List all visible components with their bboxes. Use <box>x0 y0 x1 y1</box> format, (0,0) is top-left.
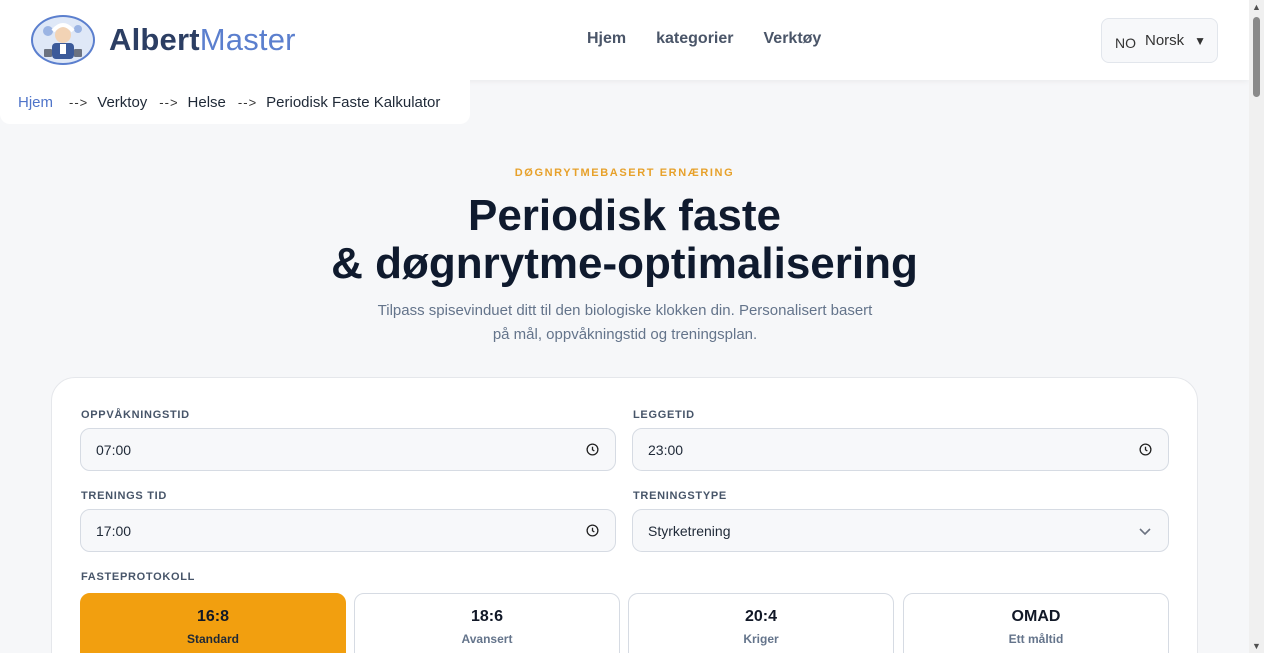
main-nav: Hjem kategorier Verktøy <box>587 30 821 48</box>
language-code: NO <box>1115 34 1136 51</box>
nav-tools-link[interactable]: Verktøy <box>764 30 822 48</box>
page-title-line1: Periodisk faste <box>467 191 782 240</box>
bed-time-label: LEGGETID <box>633 409 695 421</box>
training-time-label: TRENINGS TID <box>81 490 168 502</box>
training-time-value: 17:00 <box>96 522 132 539</box>
wake-time-value: 07:00 <box>96 441 132 458</box>
nav-home-link[interactable]: Hjem <box>587 30 626 48</box>
protocol-name: Standard <box>186 632 239 646</box>
protocol-ratio: OMAD <box>1011 608 1061 625</box>
breadcrumb-separator: --> <box>159 94 179 110</box>
bed-time-input[interactable]: 23:00 <box>632 428 1169 471</box>
breadcrumb-health[interactable]: Helse <box>188 94 226 111</box>
protocol-ratio: 16:8 <box>196 608 230 625</box>
breadcrumb-separator: --> <box>237 94 258 110</box>
training-time-input[interactable]: 17:00 <box>80 509 616 552</box>
protocol-name: Kriger <box>743 632 779 646</box>
protocol-option-omad[interactable]: OMAD Ett måltid <box>903 593 1169 653</box>
training-type-label: TRENINGSTYPE <box>633 490 727 502</box>
hero-subtitle: Tilpass spisevinduet ditt til den biolog… <box>377 302 873 343</box>
protocol-ratio: 20:4 <box>744 608 778 625</box>
protocol-name: Avansert <box>461 632 513 646</box>
breadcrumb: Hjem --> Verktoy --> Helse --> Periodisk… <box>0 80 470 124</box>
wake-time-input[interactable]: 07:00 <box>80 428 616 471</box>
clock-icon[interactable] <box>1139 443 1152 456</box>
wake-time-label: OPPVÅKNINGSTID <box>81 409 190 421</box>
breadcrumb-tools[interactable]: Verktoy <box>97 94 147 111</box>
caret-down-icon: ▼ <box>1194 33 1207 48</box>
hero-eyebrow: DØGNRYTMEBASERT ERNÆRING <box>514 167 735 179</box>
bed-time-value: 23:00 <box>648 441 684 458</box>
clock-icon[interactable] <box>586 524 599 537</box>
scrollbar-thumb[interactable] <box>1253 17 1260 97</box>
page-title-line2: & døgnrytme-optimalisering <box>331 239 918 288</box>
breadcrumb-home-link[interactable]: Hjem <box>18 94 53 111</box>
logo-avatar-icon <box>31 15 95 65</box>
page-title: Periodisk faste & døgnrytme-optimaliseri… <box>0 192 1249 288</box>
language-selector[interactable]: NO Norsk ▼ <box>1101 18 1218 63</box>
brand-logo[interactable]: AlbertMaster <box>31 15 296 65</box>
nav-categories-link[interactable]: kategorier <box>656 30 733 48</box>
brand-name-part2: Master <box>199 22 296 57</box>
training-type-value: Styrketrening <box>648 522 731 539</box>
language-name: Norsk <box>1145 32 1185 49</box>
protocol-ratio: 18:6 <box>470 608 504 625</box>
protocol-label: FASTEPROTOKOLL <box>81 571 196 583</box>
scroll-up-arrow-icon[interactable]: ▲ <box>1252 2 1261 12</box>
site-header: AlbertMaster Hjem kategorier Verktøy NO … <box>0 0 1249 80</box>
protocol-option-16-8[interactable]: 16:8 Standard <box>80 593 346 653</box>
scroll-down-arrow-icon[interactable]: ▼ <box>1252 641 1261 651</box>
chevron-down-icon <box>1139 527 1151 535</box>
breadcrumb-separator: --> <box>69 94 89 110</box>
protocol-option-20-4[interactable]: 20:4 Kriger <box>628 593 894 653</box>
protocol-option-18-6[interactable]: 18:6 Avansert <box>354 593 620 653</box>
brand-name-part1: Albert <box>109 22 200 57</box>
training-type-select[interactable]: Styrketrening <box>632 509 1169 552</box>
page-scrollbar[interactable]: ▲ ▼ <box>1249 0 1264 653</box>
protocol-name: Ett måltid <box>1008 632 1064 646</box>
clock-icon[interactable] <box>586 443 599 456</box>
brand-name: AlbertMaster <box>109 22 296 58</box>
breadcrumb-current-page: Periodisk Faste Kalkulator <box>266 93 441 111</box>
